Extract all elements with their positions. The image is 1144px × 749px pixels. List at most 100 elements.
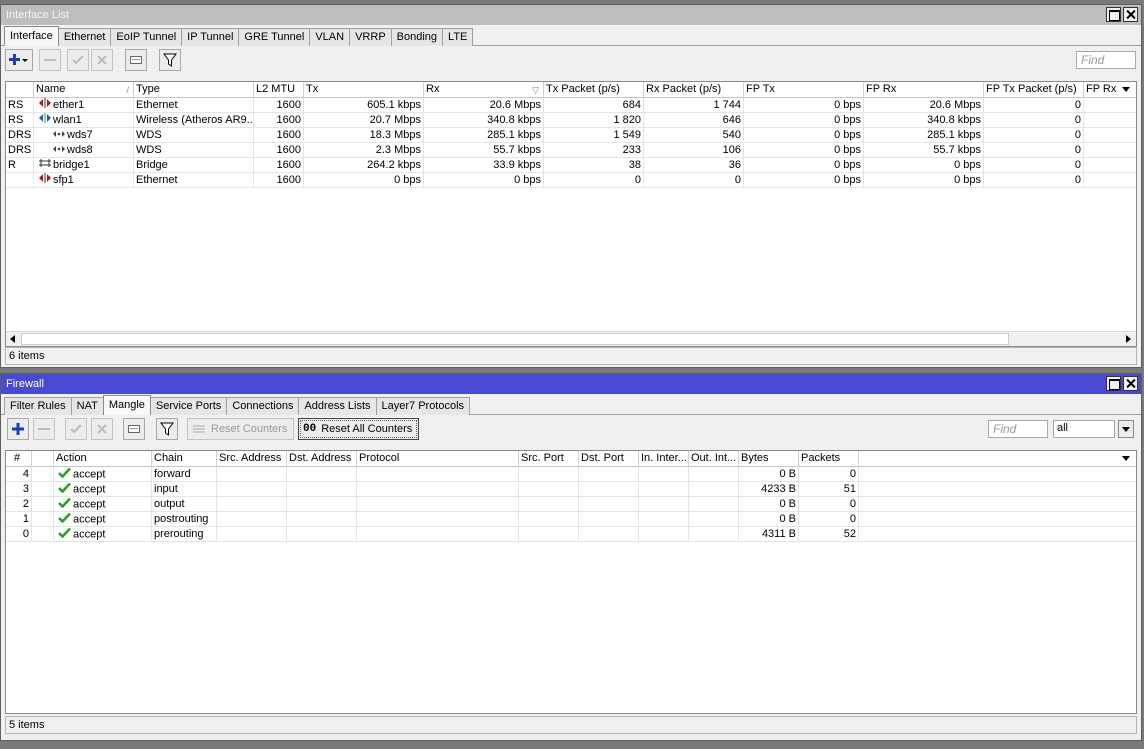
- reset-counters-button[interactable]: Reset Counters: [187, 418, 295, 440]
- tab-layer7-protocols[interactable]: Layer7 Protocols: [375, 397, 471, 415]
- enable-button[interactable]: [65, 418, 87, 440]
- tab-bonding[interactable]: Bonding: [390, 28, 444, 46]
- table-row[interactable]: RS wlan1 Wireless (Atheros AR9... 1600 20.7 …: [6, 113, 1136, 128]
- mangle-table-header: # Action Chain Src. Address Dst. Address…: [6, 451, 1136, 467]
- col-fp-rx[interactable]: FP Rx: [864, 82, 984, 98]
- tab-filter-rules[interactable]: Filter Rules: [4, 397, 72, 415]
- disable-button[interactable]: [91, 418, 113, 440]
- col-rx-packet[interactable]: Rx Packet (p/s): [644, 82, 744, 98]
- table-row[interactable]: RS ether1 Ethernet 1600 605.1 kbps 20.6 Mbps 6…: [6, 98, 1136, 113]
- maximize-icon[interactable]: [1106, 7, 1121, 22]
- rx-cell: 285.1 kbps: [424, 128, 544, 143]
- interface-list-titlebar[interactable]: Interface List: [1, 5, 1141, 25]
- src-port-cell: [519, 467, 579, 482]
- tab-ethernet[interactable]: Ethernet: [57, 28, 112, 46]
- col-fp-tx-packet[interactable]: FP Tx Packet (p/s): [984, 82, 1084, 98]
- src-port-cell: [519, 512, 579, 527]
- col-l2mtu[interactable]: L2 MTU: [254, 82, 304, 98]
- chain-filter-select[interactable]: all: [1053, 420, 1115, 438]
- tab-nat[interactable]: NAT: [70, 397, 104, 415]
- table-row[interactable]: 4 accept forward 0 B0: [6, 467, 1136, 482]
- col-protocol[interactable]: Protocol: [357, 451, 519, 467]
- tab-vrrp[interactable]: VRRP: [349, 28, 392, 46]
- src-address-cell: [217, 512, 287, 527]
- tab-ip-tunnel[interactable]: IP Tunnel: [181, 28, 240, 46]
- tab-interface[interactable]: Interface: [4, 26, 59, 46]
- col-fp-tx[interactable]: FP Tx: [744, 82, 864, 98]
- interface-name: ether1: [53, 99, 85, 111]
- col-tx[interactable]: Tx: [304, 82, 424, 98]
- table-row[interactable]: DRS wds7 WDS 1600 18.3 Mbps 285.1 kbps 1 549 54…: [6, 128, 1136, 143]
- tab-vlan[interactable]: VLAN: [309, 28, 351, 46]
- tab-service-ports[interactable]: Service Ports: [149, 397, 228, 415]
- col-packets[interactable]: Packets: [799, 451, 859, 467]
- interface-rows: RS ether1 Ethernet 1600 605.1 kbps 20.6 Mbps 6…: [6, 98, 1136, 188]
- tab-mangle[interactable]: Mangle: [102, 395, 151, 415]
- comment-cell: [32, 467, 54, 482]
- tab-gre-tunnel[interactable]: GRE Tunnel: [238, 28, 311, 46]
- maximize-icon[interactable]: [1106, 376, 1121, 391]
- col-type[interactable]: Type: [134, 82, 254, 98]
- tab-address-lists[interactable]: Address Lists: [298, 397, 377, 415]
- table-row[interactable]: sfp1 Ethernet 1600 0 bps 0 bps 0 0 0 bps 0 bps 0: [6, 173, 1136, 188]
- scroll-left-icon[interactable]: [6, 332, 21, 346]
- col-chain[interactable]: Chain: [152, 451, 217, 467]
- table-row[interactable]: 0 accept prerouting 4311 B 52: [6, 527, 1136, 542]
- horizontal-scrollbar[interactable]: [6, 331, 1136, 346]
- reset-all-counters-button[interactable]: 00 Reset All Counters: [298, 418, 420, 440]
- enable-button[interactable]: [67, 49, 89, 71]
- col-src-address[interactable]: Src. Address: [217, 451, 287, 467]
- bytes-cell: 0 B: [739, 467, 799, 482]
- tx-cell: 2.3 Mbps: [304, 143, 424, 158]
- find-input[interactable]: Find: [988, 420, 1048, 438]
- table-row[interactable]: 3 accept input 4233 B 51: [6, 482, 1136, 497]
- type-cell: Bridge: [134, 158, 254, 173]
- col-out-interface[interactable]: Out. Int...: [689, 451, 739, 467]
- comment-button[interactable]: [125, 49, 147, 71]
- tab-lte[interactable]: LTE: [442, 28, 474, 46]
- number-cell: 0: [6, 527, 32, 542]
- comment-button[interactable]: [123, 418, 145, 440]
- col-in-interface[interactable]: In. Inter...: [639, 451, 689, 467]
- col-number[interactable]: #: [6, 451, 32, 467]
- filter-button[interactable]: [156, 418, 178, 440]
- col-dst-address[interactable]: Dst. Address: [287, 451, 357, 467]
- remove-button[interactable]: [33, 418, 55, 440]
- table-row[interactable]: DRS wds8 WDS 1600 2.3 Mbps 55.7 kbps 233 106 0 b…: [6, 143, 1136, 158]
- col-action[interactable]: Action: [54, 451, 152, 467]
- col-name[interactable]: Name /: [34, 82, 134, 98]
- remove-button[interactable]: [39, 49, 61, 71]
- disable-button[interactable]: [91, 49, 113, 71]
- scroll-right-icon[interactable]: [1121, 332, 1136, 346]
- tab-connections[interactable]: Connections: [226, 397, 300, 415]
- close-icon[interactable]: [1123, 376, 1138, 391]
- col-flags[interactable]: [6, 82, 34, 98]
- add-button[interactable]: [7, 418, 29, 440]
- fp-rx-packet-cell: [1084, 98, 1134, 113]
- close-icon[interactable]: [1123, 7, 1138, 22]
- tab-eoip-tunnel[interactable]: EoIP Tunnel: [110, 28, 183, 46]
- tx-cell: 0 bps: [304, 173, 424, 188]
- columns-dropdown-icon[interactable]: [1120, 82, 1134, 97]
- columns-dropdown-icon[interactable]: [1120, 451, 1134, 466]
- find-input[interactable]: Find: [1076, 51, 1136, 69]
- col-comment[interactable]: [32, 451, 54, 467]
- scrollbar-thumb[interactable]: [21, 333, 1009, 345]
- col-src-port[interactable]: Src. Port: [519, 451, 579, 467]
- table-row[interactable]: 1 accept postrouting 0 B0: [6, 512, 1136, 527]
- action-label: accept: [73, 468, 106, 481]
- action-label: accept: [73, 498, 106, 511]
- col-tx-packet[interactable]: Tx Packet (p/s): [544, 82, 644, 98]
- col-dst-port[interactable]: Dst. Port: [579, 451, 639, 467]
- interface-table-header: Name / Type L2 MTU Tx Rx ▽ Tx Packet (p/s)…: [6, 82, 1136, 98]
- add-dropdown-button[interactable]: [5, 49, 33, 71]
- col-bytes[interactable]: Bytes: [739, 451, 799, 467]
- col-rx[interactable]: Rx ▽: [424, 82, 544, 98]
- filter-button[interactable]: [159, 49, 181, 71]
- fp-tx-packet-cell: 0: [984, 158, 1084, 173]
- table-row[interactable]: Rbridge1 Bridge 1600 264.2 kbps 33.9 kbps 38 3…: [6, 158, 1136, 173]
- type-cell: WDS: [134, 128, 254, 143]
- table-row[interactable]: 2 accept output 0 B0: [6, 497, 1136, 512]
- firewall-titlebar[interactable]: Firewall: [1, 374, 1141, 394]
- chain-filter-dropdown-icon[interactable]: [1118, 420, 1134, 438]
